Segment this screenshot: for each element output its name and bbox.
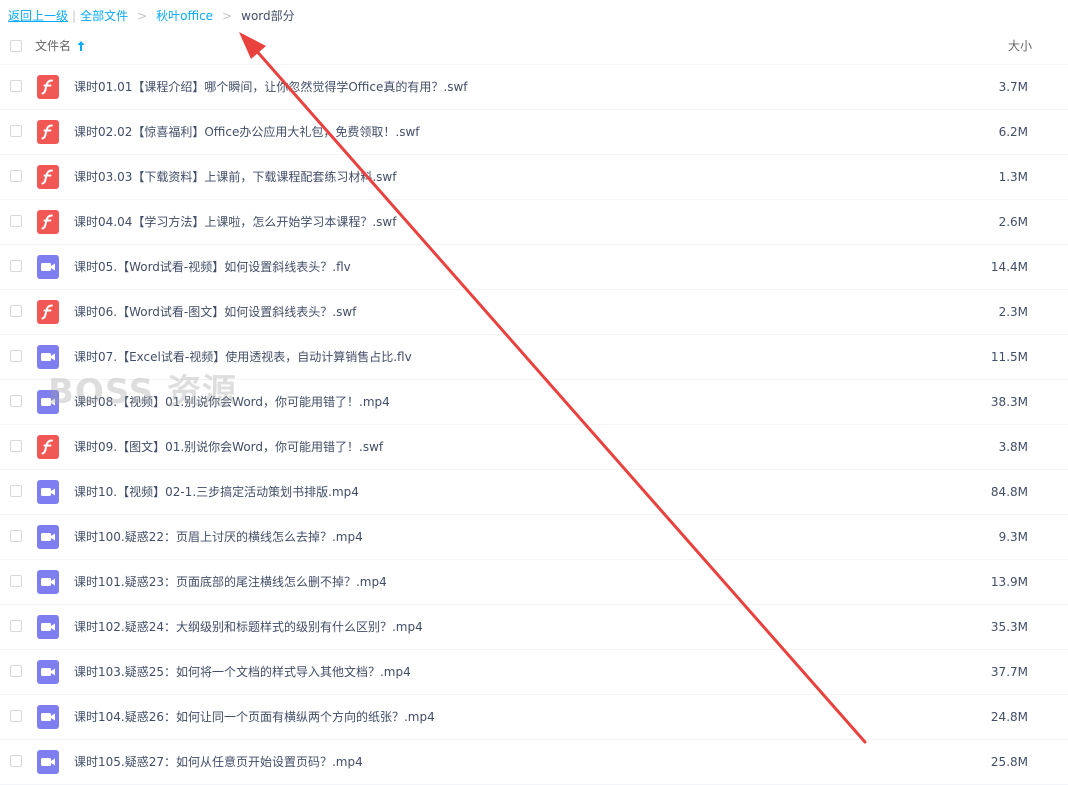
file-size: 6.2M (998, 125, 1028, 139)
file-row[interactable]: 课时07.【Excel试看-视频】使用透视表，自动计算销售占比.flv 11.5M (0, 335, 1068, 380)
file-name[interactable]: 课时101.疑惑23：页面底部的尾注横线怎么删不掉？.mp4 (74, 573, 387, 591)
video-file-icon (37, 660, 59, 684)
row-checkbox[interactable] (10, 170, 22, 182)
file-name[interactable]: 课时05.【Word试看-视频】如何设置斜线表头？.flv (74, 258, 351, 276)
flash-file-icon (37, 120, 59, 144)
file-row[interactable]: 课时04.04【学习方法】上课啦，怎么开始学习本课程？.swf 2.6M (0, 200, 1068, 245)
file-size: 13.9M (990, 575, 1028, 589)
file-row[interactable]: 课时08.【视频】01.别说你会Word，你可能用错了！.mp4 38.3M (0, 380, 1068, 425)
file-row[interactable]: 课时101.疑惑23：页面底部的尾注横线怎么删不掉？.mp4 13.9M (0, 560, 1068, 605)
select-all-checkbox[interactable] (10, 40, 22, 52)
video-file-icon (37, 525, 59, 549)
row-checkbox[interactable] (10, 665, 22, 677)
flash-file-icon (37, 165, 59, 189)
video-file-icon (37, 255, 59, 279)
file-row[interactable]: 课时104.疑惑26：如何让同一个页面有横纵两个方向的纸张？.mp4 24.8M (0, 695, 1068, 740)
file-name[interactable]: 课时09.【图文】01.别说你会Word，你可能用错了！.swf (74, 438, 383, 456)
row-checkbox[interactable] (10, 215, 22, 227)
row-checkbox[interactable] (10, 485, 22, 497)
file-name[interactable]: 课时07.【Excel试看-视频】使用透视表，自动计算销售占比.flv (74, 348, 412, 366)
breadcrumb-qiuye-office[interactable]: 秋叶office (156, 7, 213, 25)
row-checkbox[interactable] (10, 575, 22, 587)
file-row[interactable]: 课时05.【Word试看-视频】如何设置斜线表头？.flv 14.4M (0, 245, 1068, 290)
back-link[interactable]: 返回上一级 (8, 7, 68, 25)
file-row[interactable]: 课时103.疑惑25：如何将一个文档的样式导入其他文档？.mp4 37.7M (0, 650, 1068, 695)
file-row[interactable]: 课时105.疑惑27：如何从任意页开始设置页码？.mp4 25.8M (0, 740, 1068, 785)
file-size: 9.3M (998, 530, 1028, 544)
file-row[interactable]: 课时06.【Word试看-图文】如何设置斜线表头？.swf 2.3M (0, 290, 1068, 335)
file-name[interactable]: 课时105.疑惑27：如何从任意页开始设置页码？.mp4 (74, 753, 363, 771)
file-size: 2.3M (998, 305, 1028, 319)
row-checkbox[interactable] (10, 125, 22, 137)
file-row[interactable]: 课时03.03【下载资料】上课前，下载课程配套练习材料.swf 1.3M (0, 155, 1068, 200)
video-file-icon (37, 390, 59, 414)
file-size: 2.6M (998, 215, 1028, 229)
file-name[interactable]: 课时04.04【学习方法】上课啦，怎么开始学习本课程？.swf (74, 213, 396, 231)
file-name[interactable]: 课时08.【视频】01.别说你会Word，你可能用错了！.mp4 (74, 393, 390, 411)
video-file-icon (37, 705, 59, 729)
video-file-icon (37, 480, 59, 504)
file-name[interactable]: 课时102.疑惑24：大纲级别和标题样式的级别有什么区别？.mp4 (74, 618, 423, 636)
flash-file-icon (37, 210, 59, 234)
video-file-icon (37, 615, 59, 639)
file-row[interactable]: 课时01.01【课程介绍】哪个瞬间，让你忽然觉得学Office真的有用？.swf… (0, 65, 1068, 110)
video-file-icon (37, 345, 59, 369)
column-header-size[interactable]: 大小 (1008, 38, 1032, 54)
file-size: 84.8M (990, 485, 1028, 499)
row-checkbox[interactable] (10, 350, 22, 362)
breadcrumb-separator: > (137, 9, 148, 23)
file-name[interactable]: 课时06.【Word试看-图文】如何设置斜线表头？.swf (74, 303, 356, 321)
file-name[interactable]: 课时02.02【惊喜福利】Office办公应用大礼包，免费领取！.swf (74, 123, 420, 141)
file-row[interactable]: 课时100.疑惑22：页眉上讨厌的横线怎么去掉？.mp4 9.3M (0, 515, 1068, 560)
breadcrumb-separator: > (222, 9, 233, 23)
row-checkbox[interactable] (10, 260, 22, 272)
flash-file-icon (37, 300, 59, 324)
breadcrumb-current: word部分 (241, 9, 295, 23)
breadcrumb-divider: | (72, 9, 77, 23)
file-size: 25.8M (990, 755, 1028, 769)
arrow-up-icon[interactable] (76, 39, 86, 53)
video-file-icon (37, 570, 59, 594)
file-size: 37.7M (990, 665, 1028, 679)
row-checkbox[interactable] (10, 395, 22, 407)
flash-file-icon (37, 75, 59, 99)
row-checkbox[interactable] (10, 530, 22, 542)
file-name[interactable]: 课时01.01【课程介绍】哪个瞬间，让你忽然觉得学Office真的有用？.swf (74, 78, 468, 96)
row-checkbox[interactable] (10, 755, 22, 767)
file-size: 24.8M (990, 710, 1028, 724)
file-size: 3.7M (998, 80, 1028, 94)
flash-file-icon (37, 435, 59, 459)
file-row[interactable]: 课时09.【图文】01.别说你会Word，你可能用错了！.swf 3.8M (0, 425, 1068, 470)
row-checkbox[interactable] (10, 620, 22, 632)
file-name[interactable]: 课时10.【视频】02-1.三步搞定活动策划书排版.mp4 (74, 483, 359, 501)
row-checkbox[interactable] (10, 440, 22, 452)
breadcrumb: 返回上一级 | 全部文件 > 秋叶office > word部分 (8, 7, 295, 25)
file-size: 3.8M (998, 440, 1028, 454)
file-size: 1.3M (998, 170, 1028, 184)
video-file-icon (37, 750, 59, 774)
file-row[interactable]: 课时10.【视频】02-1.三步搞定活动策划书排版.mp4 84.8M (0, 470, 1068, 515)
file-row[interactable]: 课时102.疑惑24：大纲级别和标题样式的级别有什么区别？.mp4 35.3M (0, 605, 1068, 650)
file-list: 课时01.01【课程介绍】哪个瞬间，让你忽然觉得学Office真的有用？.swf… (0, 65, 1068, 785)
row-checkbox[interactable] (10, 80, 22, 92)
file-size: 14.4M (990, 260, 1028, 274)
file-row[interactable]: 课时02.02【惊喜福利】Office办公应用大礼包，免费领取！.swf 6.2M (0, 110, 1068, 155)
column-header-name[interactable]: 文件名 (35, 38, 71, 54)
file-size: 11.5M (990, 350, 1028, 364)
file-name[interactable]: 课时104.疑惑26：如何让同一个页面有横纵两个方向的纸张？.mp4 (74, 708, 435, 726)
file-name[interactable]: 课时03.03【下载资料】上课前，下载课程配套练习材料.swf (74, 168, 396, 186)
file-list-header: 文件名 大小 (0, 30, 1068, 65)
file-size: 35.3M (990, 620, 1028, 634)
row-checkbox[interactable] (10, 710, 22, 722)
file-size: 38.3M (990, 395, 1028, 409)
row-checkbox[interactable] (10, 305, 22, 317)
file-name[interactable]: 课时103.疑惑25：如何将一个文档的样式导入其他文档？.mp4 (74, 663, 411, 681)
breadcrumb-all-files[interactable]: 全部文件 (80, 7, 128, 25)
file-name[interactable]: 课时100.疑惑22：页眉上讨厌的横线怎么去掉？.mp4 (74, 528, 363, 546)
